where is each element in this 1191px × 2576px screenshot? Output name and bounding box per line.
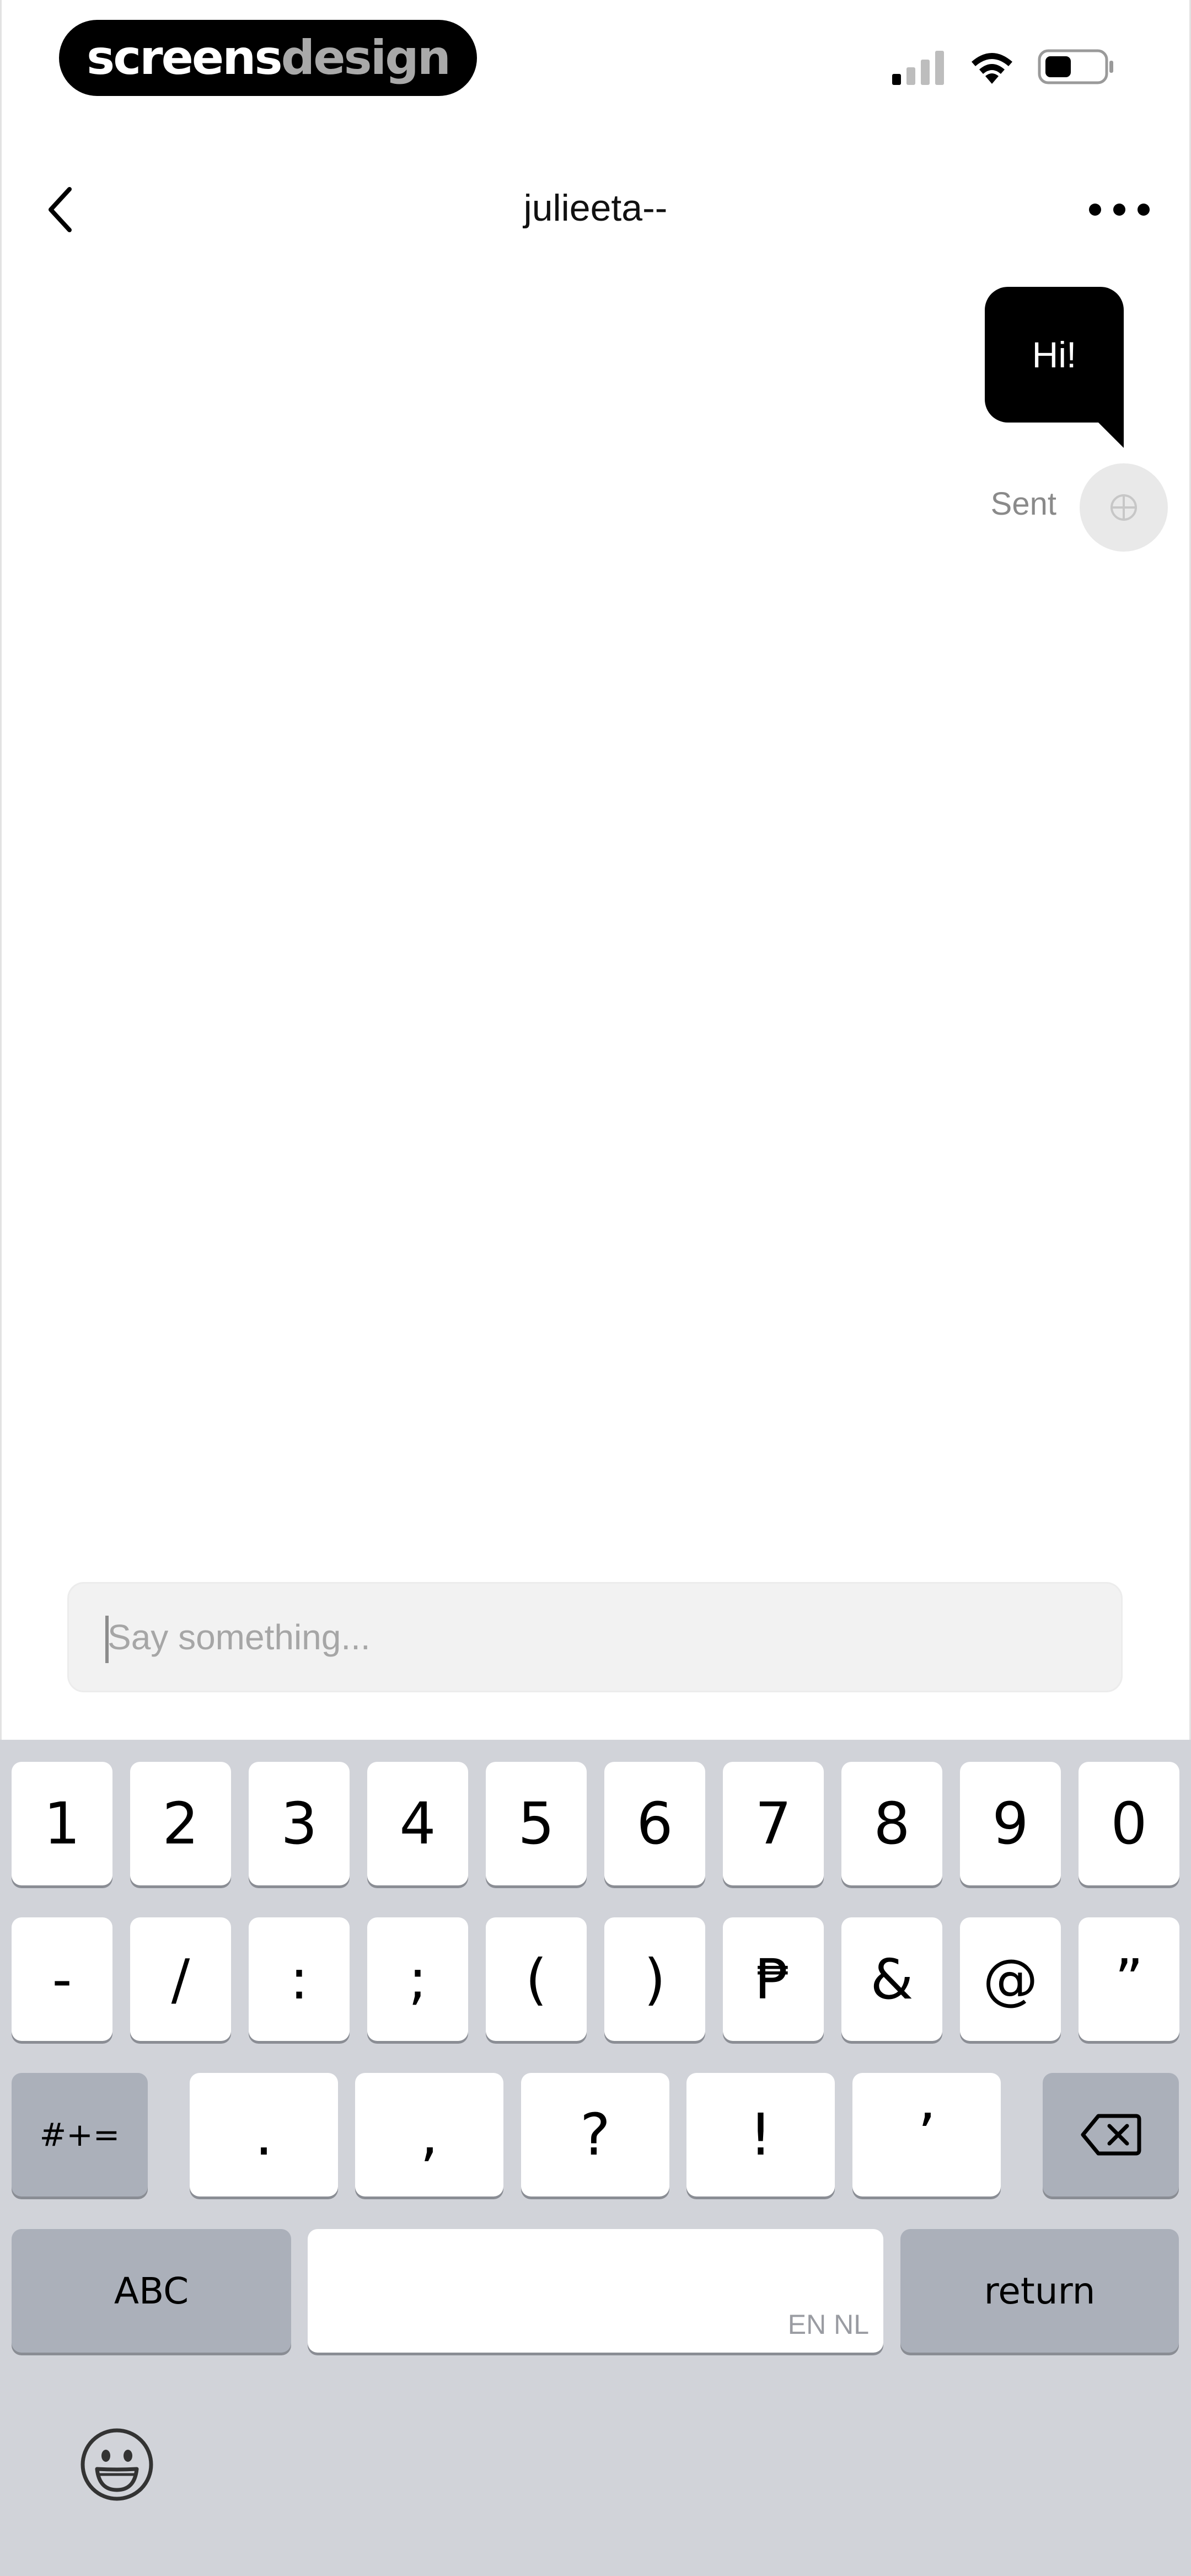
emoji-icon [81, 2428, 153, 2501]
crosshair-icon [1110, 494, 1137, 521]
key-2[interactable]: 2 [130, 1762, 231, 1885]
key-backspace[interactable] [1043, 2073, 1179, 2196]
key-space[interactable]: EN NL [308, 2229, 883, 2353]
key-7[interactable]: 7 [723, 1762, 824, 1885]
text-caret [105, 1616, 109, 1663]
emoji-button[interactable] [78, 2426, 155, 2503]
key-peso[interactable]: ₱ [723, 1917, 824, 2041]
message-input[interactable] [69, 1584, 1121, 1691]
status-icons [891, 47, 1115, 86]
nav-bar: julieeta-- [0, 160, 1191, 259]
key-9[interactable]: 9 [960, 1762, 1061, 1885]
message-status: Sent [990, 486, 1056, 522]
key-open-paren[interactable]: ( [486, 1917, 587, 2041]
status-bar: screens design [0, 0, 1191, 110]
key-comma[interactable]: , [355, 2073, 503, 2196]
more-options-button[interactable] [1081, 182, 1158, 237]
key-close-paren[interactable]: ) [604, 1917, 705, 2041]
key-1[interactable]: 1 [12, 1762, 112, 1885]
key-slash[interactable]: / [130, 1917, 231, 2041]
key-3[interactable]: 3 [249, 1762, 350, 1885]
battery-icon [1038, 49, 1113, 84]
key-apostrophe[interactable]: ’ [852, 2073, 1001, 2196]
conversation-title: julieeta-- [523, 187, 668, 229]
key-abc[interactable]: ABC [12, 2229, 291, 2353]
brand-logo: screens design [59, 20, 477, 96]
avatar[interactable] [1080, 463, 1168, 552]
keyboard-language-label: EN NL [787, 2309, 869, 2340]
key-more-symbols[interactable]: #+= [12, 2073, 148, 2196]
key-exclamation[interactable]: ! [686, 2073, 835, 2196]
key-double-quote[interactable]: ” [1079, 1917, 1179, 2041]
key-ampersand[interactable]: & [841, 1917, 942, 2041]
brand-text-design: design [281, 30, 451, 85]
key-period[interactable]: . [190, 2073, 338, 2196]
message-bubble-tail [1095, 419, 1124, 448]
backspace-icon [1081, 2114, 1141, 2156]
message-list[interactable]: Hi! Sent [0, 265, 1191, 1561]
key-5[interactable]: 5 [486, 1762, 587, 1885]
brand-text-screens: screens [87, 30, 283, 85]
key-hyphen[interactable]: - [12, 1917, 112, 2041]
message-composer[interactable] [67, 1582, 1123, 1692]
key-return[interactable]: return [900, 2229, 1179, 2353]
message-bubble[interactable]: Hi! [985, 287, 1124, 423]
key-at[interactable]: @ [960, 1917, 1061, 2041]
key-colon[interactable]: : [249, 1917, 350, 2041]
wifi-icon [972, 53, 1012, 84]
key-4[interactable]: 4 [367, 1762, 468, 1885]
key-6[interactable]: 6 [604, 1762, 705, 1885]
key-question[interactable]: ? [521, 2073, 669, 2196]
key-0[interactable]: 0 [1079, 1762, 1179, 1885]
key-8[interactable]: 8 [841, 1762, 942, 1885]
key-semicolon[interactable]: ; [367, 1917, 468, 2041]
signal-icon [892, 51, 944, 85]
more-horizontal-icon [1089, 204, 1150, 216]
